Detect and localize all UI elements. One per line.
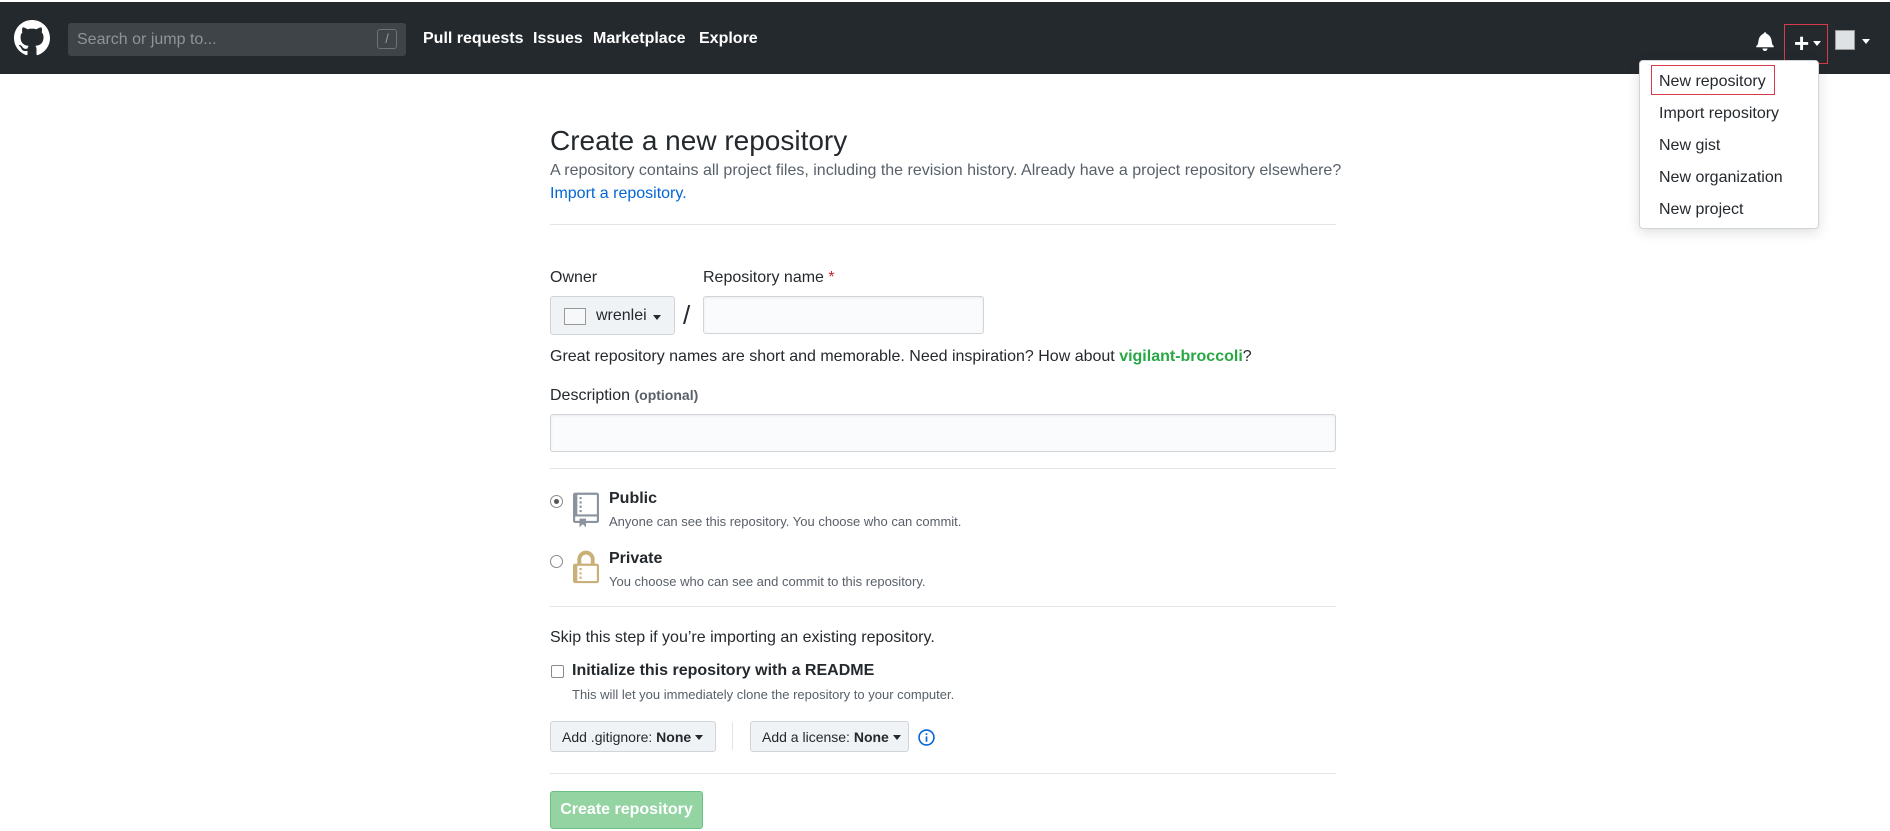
nav-pull-requests[interactable]: Pull requests — [423, 30, 523, 48]
top-header: Search or jump to... / Pull requests Iss… — [0, 0, 1890, 74]
license-select[interactable]: Add a license: None — [750, 721, 909, 752]
plus-icon: + — [1794, 28, 1810, 58]
description-input[interactable] — [550, 414, 1336, 452]
public-title: Public — [609, 490, 658, 507]
owner-label: Owner — [550, 269, 598, 286]
required-mark: * — [828, 269, 835, 286]
create-repository-button[interactable]: Create repository — [550, 791, 703, 829]
init-readme-label[interactable]: Initialize this repository with a README — [572, 662, 874, 680]
divider — [550, 224, 1336, 225]
avatar[interactable] — [1835, 30, 1855, 50]
search-shortcut-key: / — [377, 29, 397, 49]
caret-down-icon — [695, 735, 704, 740]
owner-avatar — [564, 308, 586, 325]
import-repository-link[interactable]: Import a repository. — [550, 185, 687, 203]
caret-down-icon — [1813, 41, 1821, 46]
public-note: Anyone can see this repository. You choo… — [609, 514, 962, 529]
menu-new-gist[interactable]: New gist — [1659, 137, 1720, 155]
menu-new-repository[interactable]: New repository — [1659, 73, 1766, 91]
menu-new-project[interactable]: New project — [1659, 201, 1743, 219]
search-placeholder: Search or jump to... — [77, 31, 217, 48]
divider — [550, 606, 1336, 607]
create-new-dropdown: New repository Import repository New gis… — [1639, 60, 1819, 229]
description-label: Description (optional) — [550, 387, 698, 405]
skip-text: Skip this step if you’re importing an ex… — [550, 629, 935, 646]
bell-icon[interactable] — [1756, 31, 1774, 51]
lock-icon — [573, 550, 599, 584]
page-title: Create a new repository — [550, 125, 848, 156]
description-label-text: Description — [550, 387, 631, 404]
search-input[interactable]: Search or jump to... / — [68, 23, 406, 56]
divider — [550, 773, 1336, 774]
private-note: You choose who can see and commit to thi… — [609, 574, 926, 589]
private-title: Private — [609, 550, 663, 567]
vertical-divider — [732, 722, 733, 750]
menu-import-repository[interactable]: Import repository — [1659, 105, 1779, 123]
nav-issues[interactable]: Issues — [533, 30, 583, 48]
public-radio[interactable] — [550, 495, 563, 508]
repo-name-hint: Great repository names are short and mem… — [550, 348, 1252, 366]
init-readme-note: This will let you immediately clone the … — [572, 687, 955, 702]
gitignore-value: None — [656, 729, 692, 745]
repo-name-label-text: Repository name — [703, 269, 824, 286]
create-new-button[interactable]: + — [1784, 24, 1828, 64]
private-radio[interactable] — [550, 555, 563, 568]
avatar-caret-down-icon[interactable] — [1862, 39, 1870, 44]
name-suggestion[interactable]: vigilant-broccoli — [1119, 348, 1243, 365]
page-subtitle: A repository contains all project files,… — [550, 162, 1342, 179]
repo-name-label: Repository name * — [703, 269, 835, 287]
menu-new-organization[interactable]: New organization — [1659, 169, 1783, 187]
owner-name: wrenlei — [596, 307, 647, 324]
caret-down-icon — [892, 735, 901, 740]
owner-select[interactable]: wrenlei — [550, 296, 675, 335]
repository-name-input[interactable] — [703, 296, 984, 334]
caret-down-icon — [653, 315, 661, 320]
nav-explore[interactable]: Explore — [699, 30, 758, 48]
github-logo-icon[interactable] — [14, 20, 50, 56]
license-prefix: Add a license: — [762, 729, 854, 745]
owner-repo-separator: / — [683, 300, 691, 330]
license-value: None — [853, 729, 889, 745]
info-icon[interactable] — [918, 729, 935, 746]
repo-icon — [573, 492, 599, 528]
gitignore-prefix: Add .gitignore: — [562, 729, 657, 745]
optional-tag: (optional) — [634, 387, 699, 403]
nav-marketplace[interactable]: Marketplace — [593, 30, 686, 48]
init-readme-checkbox[interactable] — [551, 665, 564, 678]
hint-text: Great repository names are short and mem… — [550, 348, 1120, 365]
hint-suffix: ? — [1242, 348, 1252, 365]
divider — [550, 468, 1336, 469]
gitignore-select[interactable]: Add .gitignore: None — [550, 721, 716, 752]
